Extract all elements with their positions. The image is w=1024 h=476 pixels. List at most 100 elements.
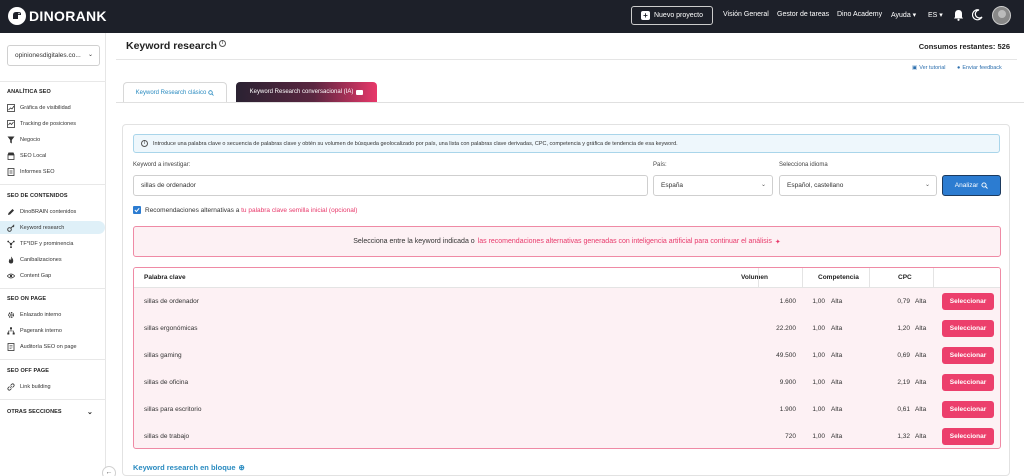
keyword-table: Palabra clave Volumen Competencia CPC si… — [133, 267, 1001, 449]
cell-cpc: 2,19 — [897, 379, 910, 386]
project-select[interactable]: opinionesdigitales.co... ⌄ — [7, 45, 100, 66]
sidebar-item-seo-local[interactable]: SEO Local — [0, 149, 105, 162]
divider — [0, 359, 106, 360]
sidebar-item-enlazado[interactable]: Enlazado interno — [0, 308, 105, 321]
new-project-label: Nuevo proyecto — [653, 12, 704, 19]
flame-icon — [7, 256, 15, 264]
bell-icon[interactable] — [953, 9, 964, 23]
sidebar-item-tfidf[interactable]: TF*IDF y prominencia — [0, 237, 105, 250]
info-icon: i — [141, 140, 148, 147]
new-project-button[interactable]: + Nuevo proyecto — [631, 6, 713, 25]
cell-cpc: 0,69 — [897, 352, 910, 359]
sidebar-item-label: DinoBRAIN contenidos — [20, 208, 77, 215]
cell-competencia: 1,00 — [812, 352, 825, 359]
cell-competencia: 1,00 — [812, 379, 825, 386]
nav-dino-academy[interactable]: Dino Academy — [837, 11, 882, 18]
table-header: Palabra clave Volumen Competencia CPC — [134, 268, 1000, 288]
selection-alert: Selecciona entre la keyword indicada o l… — [133, 226, 1001, 257]
sidebar-item-negocio[interactable]: Negocio — [0, 133, 105, 146]
cell-keyword: sillas para escritorio — [144, 406, 202, 413]
cell-cpc: 1,32 — [897, 433, 910, 440]
network-icon — [7, 240, 15, 248]
plus-icon: + — [640, 11, 650, 20]
select-button[interactable]: Seleccionar — [942, 347, 994, 364]
nav-gestor-tareas[interactable]: Gestor de tareas — [777, 11, 829, 18]
language-label: Selecciona idioma — [779, 162, 828, 168]
alternatives-checkbox-row[interactable]: Recomendaciones alternativas a tu palabr… — [133, 206, 357, 214]
book-icon: ▣ — [912, 65, 918, 71]
sidebar-item-label: Enlazado interno — [20, 311, 62, 318]
cell-volumen: 49.500 — [776, 352, 796, 359]
select-button[interactable]: Seleccionar — [942, 374, 994, 391]
nav-ayuda[interactable]: Ayuda ▾ — [891, 11, 916, 19]
cell-competencia-nivel: Alta — [831, 325, 843, 332]
section-title-otras[interactable]: OTRAS SECCIONES ⌄ — [7, 409, 93, 416]
cell-volumen: 9.900 — [779, 379, 796, 386]
select-button[interactable]: Seleccionar — [942, 428, 994, 445]
sidebar-item-auditoria[interactable]: Auditoría SEO on page — [0, 340, 105, 353]
info-banner: i Introduce una palabra clave o secuencia… — [133, 134, 1000, 153]
info-text: Introduce una palabra clave o secuencia … — [153, 140, 678, 147]
divider — [0, 399, 106, 400]
feedback-link[interactable]: ● Enviar feedback — [957, 65, 1002, 71]
sidebar-item-label: Auditoría SEO on page — [20, 343, 77, 350]
keyword-input-value: sillas de ordenador — [141, 182, 196, 189]
chevron-down-icon: ⌄ — [924, 182, 930, 188]
tutorial-link[interactable]: ▣ Ver tutorial — [912, 65, 946, 71]
gear-icon — [7, 311, 15, 319]
tutorial-link-label: Ver tutorial — [919, 65, 946, 71]
select-button[interactable]: Seleccionar — [942, 401, 994, 418]
cell-competencia-nivel: Alta — [831, 406, 843, 413]
language-selector[interactable]: ES ▾ — [928, 11, 943, 19]
filter-icon — [7, 136, 15, 144]
tab-conversational[interactable]: Keyword Research conversacional (IA) — [236, 82, 377, 102]
sidebar-item-informes[interactable]: Informes SEO — [0, 165, 105, 178]
keyword-input[interactable]: sillas de ordenador — [133, 175, 648, 196]
nav-vision-general[interactable]: Visión General — [723, 11, 769, 18]
tab-classic[interactable]: Keyword Research clásico — [123, 82, 227, 102]
alert-text-part2: las recomendaciones alternativas generad… — [477, 238, 772, 245]
collapse-sidebar-button[interactable]: ← — [102, 466, 116, 476]
select-button[interactable]: Seleccionar — [942, 320, 994, 337]
cell-keyword: sillas de ordenador — [144, 298, 199, 305]
section-title-analitica: ANALÍTICA SEO — [7, 89, 51, 95]
sidebar-item-dinobrain[interactable]: DinoBRAIN contenidos — [0, 205, 105, 218]
tab-divider — [116, 102, 1024, 103]
sidebar-item-link-building[interactable]: Link building — [0, 380, 105, 393]
sidebar-item-label: SEO Local — [20, 152, 47, 159]
keyword-label: Keyword a investigar: — [133, 162, 191, 168]
cell-cpc-nivel: Alta — [915, 433, 927, 440]
project-name: opinionesdigitales.co... — [15, 52, 81, 59]
plus-circle-icon: ⊕ — [238, 463, 245, 472]
alert-text-part1: Selecciona entre la keyword indicada o — [353, 238, 475, 245]
section-title-off-page: SEO OFF PAGE — [7, 368, 50, 374]
cell-cpc: 0,79 — [897, 298, 910, 305]
column-separator — [933, 268, 934, 288]
sidebar-item-visibilidad[interactable]: Gráfica de visibilidad — [0, 101, 105, 114]
sidebar-item-canibalizaciones[interactable]: Canibalizaciones — [0, 253, 105, 266]
analyze-button[interactable]: Analizar — [942, 175, 1001, 196]
cell-competencia-nivel: Alta — [831, 298, 843, 305]
key-icon — [7, 223, 15, 232]
tracking-icon — [7, 119, 15, 128]
divider — [0, 81, 106, 82]
sidebar-item-content-gap[interactable]: Content Gap — [0, 269, 105, 282]
country-select-value: España — [661, 182, 684, 189]
language-select[interactable]: Español, castellano ⌄ — [779, 175, 937, 196]
sidebar-item-keyword-research[interactable]: Keyword research — [0, 221, 105, 234]
avatar[interactable] — [992, 6, 1011, 25]
sidebar-item-label: Tracking de posiciones — [20, 120, 77, 127]
sidebar-item-pagerank[interactable]: Pagerank interno — [0, 324, 105, 337]
country-select[interactable]: España ⌄ — [653, 175, 773, 196]
moon-icon[interactable] — [971, 9, 983, 23]
alternatives-checkbox[interactable] — [133, 206, 141, 214]
select-button[interactable]: Seleccionar — [942, 293, 994, 310]
cell-volumen: 720 — [785, 433, 796, 440]
dinorank-logo[interactable]: DINORANK — [8, 7, 107, 25]
bulk-research-link[interactable]: Keyword research en bloque ⊕ — [133, 463, 245, 472]
cell-competencia: 1,00 — [812, 406, 825, 413]
search-icon — [208, 89, 215, 96]
header-cpc: CPC — [898, 274, 912, 281]
info-icon[interactable]: i — [219, 40, 227, 47]
sidebar-item-tracking[interactable]: Tracking de posiciones — [0, 117, 105, 130]
